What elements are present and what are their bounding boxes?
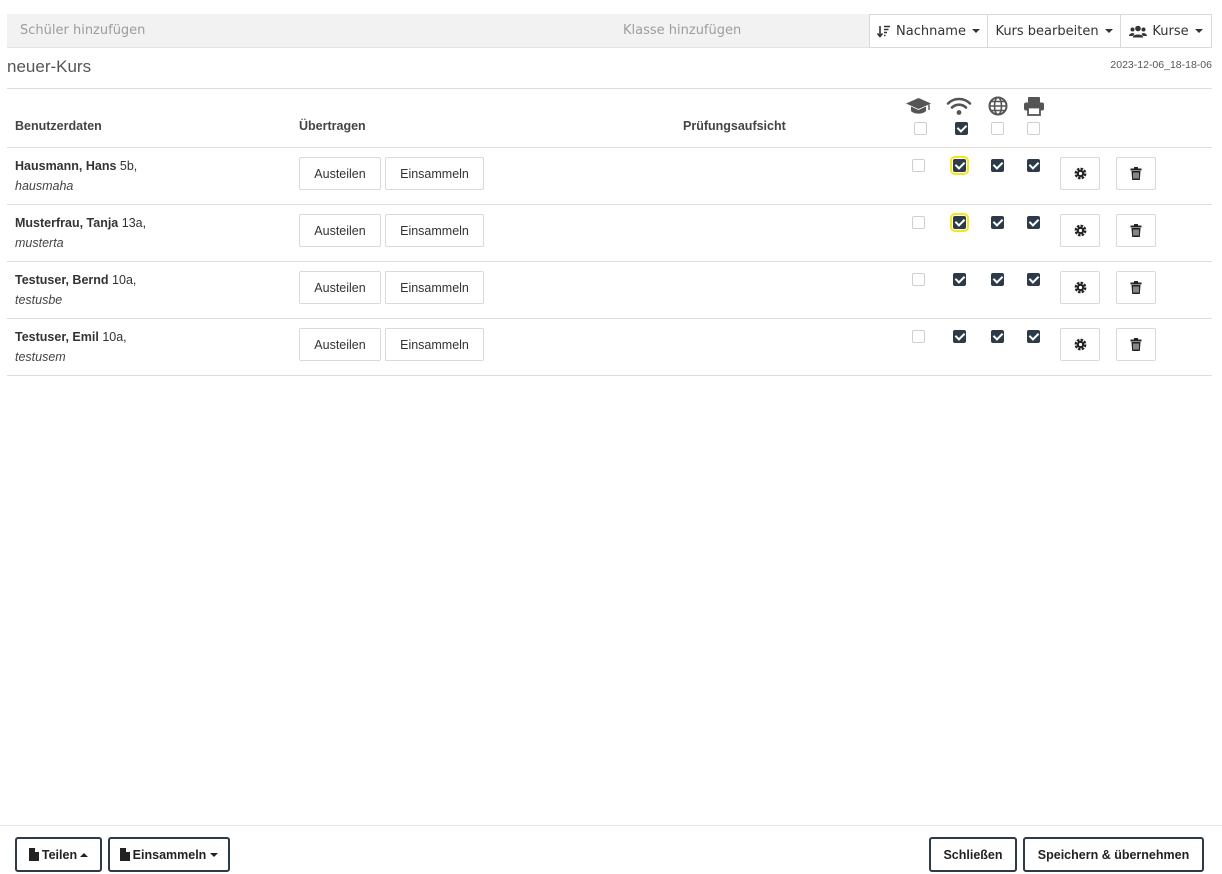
file-icon [119, 848, 130, 861]
exam-checkbox[interactable] [912, 273, 925, 286]
internet-checkbox[interactable] [991, 330, 1004, 343]
student-login: musterta [15, 236, 64, 250]
printer-checkbox[interactable] [1027, 159, 1040, 172]
edit-course-dropdown-button[interactable]: Kurs bearbeiten [987, 14, 1121, 48]
gear-icon [1074, 281, 1087, 294]
trash-icon [1130, 167, 1142, 180]
trash-icon [1130, 281, 1142, 294]
chevron-down-icon [1104, 29, 1113, 33]
collect-button[interactable]: Einsammeln [385, 328, 484, 361]
add-student-input[interactable] [7, 14, 607, 47]
edit-course-label: Kurs bearbeiten [995, 23, 1099, 39]
student-name: Testuser, Bernd 10a, [15, 273, 137, 287]
student-name: Hausmann, Hans 5b, [15, 159, 138, 173]
settings-button[interactable] [1060, 328, 1100, 361]
graduation-cap-icon [905, 96, 932, 116]
chevron-down-icon [971, 29, 980, 33]
sort-alpha-icon [877, 25, 891, 38]
share-label: Teilen [41, 847, 78, 862]
delete-button[interactable] [1116, 271, 1156, 304]
printer-checkbox[interactable] [1027, 216, 1040, 229]
table-row: Testuser, Emil 10a, testusem Austeilen E… [7, 319, 1212, 376]
delete-button[interactable] [1116, 328, 1156, 361]
settings-button[interactable] [1060, 271, 1100, 304]
toggle-all-wifi-checkbox[interactable] [955, 122, 968, 135]
collect-button[interactable]: Einsammeln [385, 271, 484, 304]
collect-all-button[interactable]: Einsammeln [108, 837, 230, 872]
courses-dropdown-button[interactable]: Kurse [1120, 14, 1212, 48]
exam-checkbox[interactable] [912, 159, 925, 172]
course-timestamp: 2023-12-06_18-18-06 [1110, 59, 1212, 71]
settings-button[interactable] [1060, 157, 1100, 190]
student-login: hausmaha [15, 179, 74, 193]
printer-icon [1023, 96, 1045, 116]
distribute-button[interactable]: Austeilen [299, 214, 381, 247]
toggle-all-printer-checkbox[interactable] [1027, 122, 1040, 135]
trash-icon [1130, 224, 1142, 237]
collect-all-label: Einsammeln [132, 847, 207, 862]
internet-checkbox[interactable] [991, 159, 1004, 172]
top-toolbar: Nachname Kurs bearbeiten Kurse [7, 14, 1212, 48]
chevron-down-icon [210, 852, 219, 857]
wifi-icon [946, 96, 972, 116]
student-login: testusbe [15, 293, 63, 307]
close-button[interactable]: Schließen [929, 837, 1017, 872]
chevron-down-icon [1194, 29, 1203, 33]
sort-label: Nachname [896, 23, 966, 39]
column-header-exam: Prüfungsaufsicht [683, 119, 786, 133]
exam-checkbox[interactable] [912, 216, 925, 229]
wifi-checkbox[interactable] [953, 273, 966, 286]
wifi-checkbox[interactable] [950, 156, 969, 175]
save-apply-button[interactable]: Speichern & übernehmen [1023, 837, 1204, 872]
gear-icon [1074, 167, 1087, 180]
footer-divider [0, 825, 1222, 826]
file-icon [28, 848, 39, 861]
distribute-button[interactable]: Austeilen [299, 328, 381, 361]
printer-checkbox[interactable] [1027, 330, 1040, 343]
globe-icon [987, 96, 1009, 116]
share-button[interactable]: Teilen [15, 837, 102, 872]
table-row: Testuser, Bernd 10a, testusbe Austeilen … [7, 262, 1212, 319]
collect-button[interactable]: Einsammeln [385, 214, 484, 247]
printer-checkbox[interactable] [1027, 273, 1040, 286]
column-header-user: Benutzerdaten [15, 119, 102, 133]
divider [7, 88, 1212, 89]
add-class-input[interactable] [610, 14, 869, 47]
distribute-button[interactable]: Austeilen [299, 271, 381, 304]
gear-icon [1074, 338, 1087, 351]
column-header-transfer: Übertragen [299, 119, 366, 133]
toggle-all-exam-checkbox[interactable] [914, 122, 927, 135]
courses-label: Kurse [1152, 23, 1189, 39]
gear-icon [1074, 224, 1087, 237]
collect-button[interactable]: Einsammeln [385, 157, 484, 190]
delete-button[interactable] [1116, 214, 1156, 247]
internet-checkbox[interactable] [991, 216, 1004, 229]
delete-button[interactable] [1116, 157, 1156, 190]
wifi-checkbox[interactable] [953, 330, 966, 343]
distribute-button[interactable]: Austeilen [299, 157, 381, 190]
trash-icon [1130, 338, 1142, 351]
toggle-all-internet-checkbox[interactable] [991, 122, 1004, 135]
student-name: Testuser, Emil 10a, [15, 330, 127, 344]
settings-button[interactable] [1060, 214, 1100, 247]
table-row: Musterfrau, Tanja 13a, musterta Austeile… [7, 205, 1212, 262]
student-name: Musterfrau, Tanja 13a, [15, 216, 147, 230]
users-icon [1129, 25, 1148, 38]
exam-checkbox[interactable] [912, 330, 925, 343]
course-title: neuer-Kurs [7, 57, 92, 76]
sort-dropdown-button[interactable]: Nachname [869, 14, 988, 48]
chevron-up-icon [80, 852, 89, 857]
internet-checkbox[interactable] [991, 273, 1004, 286]
table-row: Hausmann, Hans 5b, hausmaha Austeilen Ei… [7, 148, 1212, 205]
wifi-checkbox[interactable] [950, 213, 969, 232]
student-login: testusem [15, 350, 66, 364]
